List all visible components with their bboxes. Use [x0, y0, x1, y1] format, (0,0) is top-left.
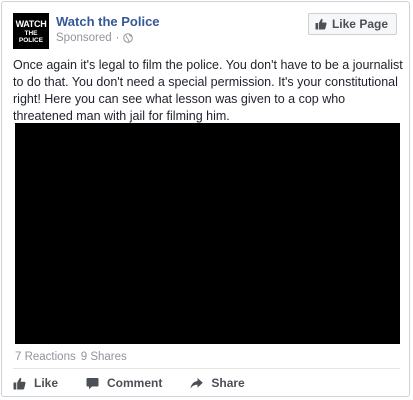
post-stats: 7 Reactions 9 Shares: [15, 351, 127, 363]
shares-count[interactable]: 9 Shares: [81, 351, 127, 363]
comment-icon: [86, 377, 99, 389]
like-label: Like: [34, 376, 59, 390]
meta-separator: ·: [115, 32, 120, 44]
post-text: Once again it's legal to film the police…: [13, 58, 403, 123]
share-button[interactable]: Share: [190, 376, 245, 390]
comment-label: Comment: [107, 376, 163, 390]
avatar-text-line2: THE POLICE: [18, 30, 44, 44]
thumbs-up-icon: [315, 18, 327, 30]
like-button[interactable]: Like: [13, 376, 58, 390]
post-actions: Like Comment Share: [13, 374, 393, 392]
reactions-count[interactable]: 7 Reactions: [15, 351, 76, 363]
like-icon: [13, 377, 26, 389]
post-meta: Sponsored ·: [56, 32, 134, 44]
like-page-label: Like Page: [331, 17, 388, 31]
page-name-link[interactable]: Watch the Police: [56, 14, 160, 29]
like-page-button[interactable]: Like Page: [307, 13, 397, 35]
globe-icon: [123, 33, 134, 43]
avatar-text-line1: WATCH: [15, 19, 47, 29]
comment-button[interactable]: Comment: [86, 376, 162, 390]
page-avatar[interactable]: WATCH THE POLICE: [13, 13, 49, 49]
share-icon: [190, 377, 204, 389]
video-player[interactable]: [15, 123, 400, 344]
sponsored-label[interactable]: Sponsored: [56, 32, 112, 44]
sponsored-post-card: WATCH THE POLICE Watch the Police Sponso…: [1, 1, 410, 397]
share-label: Share: [211, 376, 245, 390]
actions-divider: [13, 368, 400, 369]
